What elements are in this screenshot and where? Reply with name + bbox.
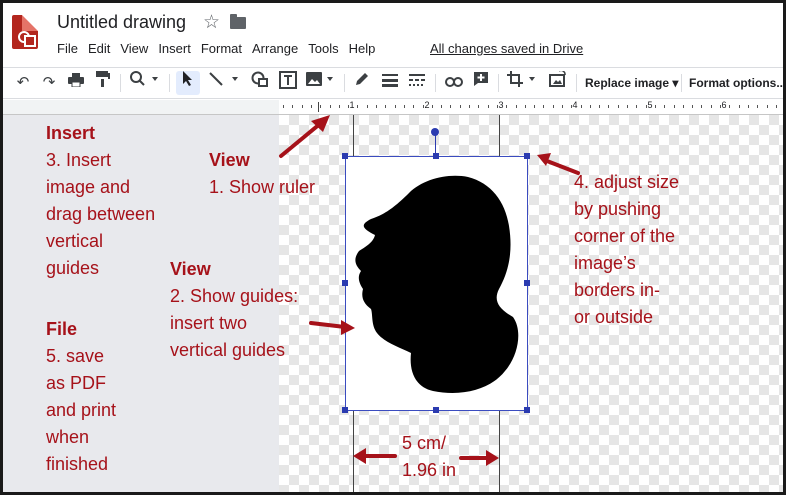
- view-heading: View: [170, 259, 211, 279]
- insert-line: 3. Insert: [46, 150, 112, 170]
- insert-line: drag between: [46, 204, 156, 224]
- insert-line: image and: [46, 177, 131, 197]
- file-note: File 5. save as PDF and print when finis…: [46, 316, 116, 478]
- insert-note: Insert 3. Insert image and drag between …: [46, 120, 155, 282]
- file-line: as PDF: [46, 373, 107, 393]
- file-line: finished: [46, 454, 109, 474]
- screenshot-frame: Untitled drawing ☆ File Edit View Insert…: [0, 0, 786, 495]
- resize-note: 4. adjust size by pushing corner of the …: [574, 169, 679, 331]
- view-guides-line: vertical guides: [170, 340, 286, 360]
- file-line: 5. save: [46, 346, 105, 366]
- resize-line: by pushing: [574, 199, 662, 219]
- view-heading: View: [209, 150, 250, 170]
- resize-line: image’s: [574, 253, 636, 273]
- insert-line: guides: [46, 258, 100, 278]
- size-note: 5 cm/ 1.96 in: [402, 430, 456, 484]
- view-guides-line: 2. Show guides:: [170, 286, 299, 306]
- resize-line: or outside: [574, 307, 654, 327]
- resize-line: 4. adjust size: [574, 172, 680, 192]
- size-line: 1.96 in: [402, 460, 457, 480]
- file-line: and print: [46, 400, 117, 420]
- insert-line: vertical: [46, 231, 104, 251]
- view-ruler-line: 1. Show ruler: [209, 177, 316, 197]
- resize-line: corner of the: [574, 226, 676, 246]
- insert-heading: Insert: [46, 123, 96, 143]
- file-heading: File: [46, 319, 78, 339]
- file-line: when: [46, 427, 90, 447]
- view-ruler-note: View 1. Show ruler: [209, 147, 315, 201]
- view-guides-note: View 2. Show guides: insert two vertical…: [170, 256, 298, 364]
- resize-line: borders in-: [574, 280, 661, 300]
- view-guides-line: insert two: [170, 313, 248, 333]
- size-line: 5 cm/: [402, 433, 447, 453]
